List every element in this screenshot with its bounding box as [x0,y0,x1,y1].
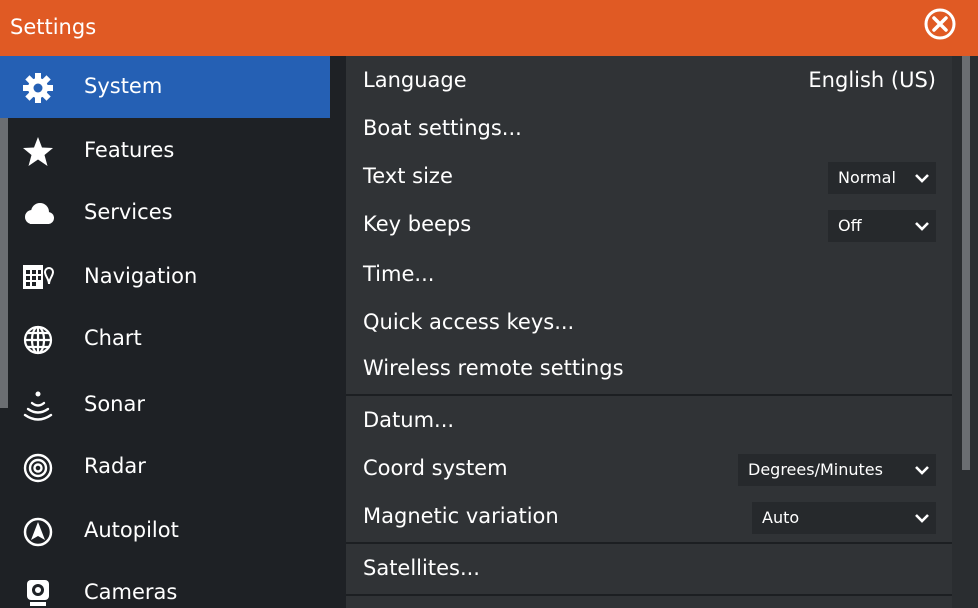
section-divider [346,594,952,596]
satellites-label: Satellites... [363,556,480,580]
boat-settings-label: Boat settings... [363,116,522,140]
magnetic-variation-value: Auto [762,508,800,527]
chevron-down-icon [915,514,929,523]
datum-row[interactable]: Datum... [346,398,952,444]
sidebar-item-services[interactable]: Services [0,182,330,244]
title-bar: Settings [0,0,978,56]
sidebar-item-label: Cameras [84,580,178,604]
sidebar-item-autopilot[interactable]: Autopilot [0,500,330,562]
chevron-down-icon [915,174,929,183]
language-label: Language [363,68,467,92]
text-size-label: Text size [363,164,453,188]
content-scrollbar[interactable] [962,56,970,470]
radar-icon [23,453,53,483]
key-beeps-dropdown[interactable]: Off [828,210,936,242]
key-beeps-label: Key beeps [363,212,472,236]
sidebar-item-system[interactable]: System [0,56,330,118]
language-value: English (US) [808,68,936,92]
sidebar-item-features[interactable]: Features [0,120,330,182]
globe-icon [23,325,53,355]
wireless-remote-label: Wireless remote settings [363,356,624,380]
chevron-down-icon [915,466,929,475]
datum-label: Datum... [363,408,455,432]
sidebar-item-label: System [84,74,163,98]
close-icon[interactable] [923,7,957,41]
sidebar-item-label: Features [84,138,175,162]
language-row[interactable]: Language English (US) [346,58,952,104]
sidebar-item-cameras[interactable]: Cameras [0,562,330,608]
sidebar-item-sonar[interactable]: Sonar [0,374,330,436]
sidebar-item-label: Services [84,200,173,224]
navigation-icon [23,265,55,289]
time-label: Time... [363,262,435,286]
sidebar-item-label: Sonar [84,392,145,416]
magnetic-variation-label: Magnetic variation [363,504,559,528]
sidebar-item-label: Chart [84,326,142,350]
section-divider [346,542,952,544]
sonar-icon [23,391,53,421]
settings-panel: Language English (US) Boat settings... T… [346,56,952,608]
time-row[interactable]: Time... [346,252,952,298]
text-size-row: Text size Normal [346,154,952,200]
key-beeps-row: Key beeps Off [346,202,952,248]
sidebar: System Features Services Navigation Char… [0,56,346,608]
window-title: Settings [10,15,97,39]
coord-system-label: Coord system [363,456,508,480]
camera-icon [27,580,49,606]
quick-access-keys-row[interactable]: Quick access keys... [346,300,952,346]
magnetic-variation-dropdown[interactable]: Auto [752,502,936,534]
section-divider [346,394,952,396]
text-size-dropdown[interactable]: Normal [828,162,936,194]
sidebar-item-label: Autopilot [84,518,179,542]
active-item-pointer [306,56,330,118]
cloud-icon [25,203,54,224]
coord-system-dropdown[interactable]: Degrees/Minutes [738,454,936,486]
wireless-remote-row[interactable]: Wireless remote settings [346,346,952,392]
coord-system-value: Degrees/Minutes [748,460,883,479]
boat-settings-row[interactable]: Boat settings... [346,106,952,152]
sidebar-item-label: Navigation [84,264,198,288]
satellites-row[interactable]: Satellites... [346,546,952,592]
sidebar-item-navigation[interactable]: Navigation [0,246,330,308]
sidebar-item-label: Radar [84,454,146,478]
quick-access-keys-label: Quick access keys... [363,310,575,334]
coord-system-row: Coord system Degrees/Minutes [346,446,952,492]
autopilot-icon [23,517,53,547]
key-beeps-value: Off [838,216,862,235]
star-icon [23,137,53,166]
gear-icon [23,73,53,103]
sidebar-item-chart[interactable]: Chart [0,308,330,370]
magnetic-variation-row: Magnetic variation Auto [346,494,952,540]
chevron-down-icon [915,222,929,231]
text-size-value: Normal [838,168,896,187]
sidebar-item-radar[interactable]: Radar [0,436,330,498]
